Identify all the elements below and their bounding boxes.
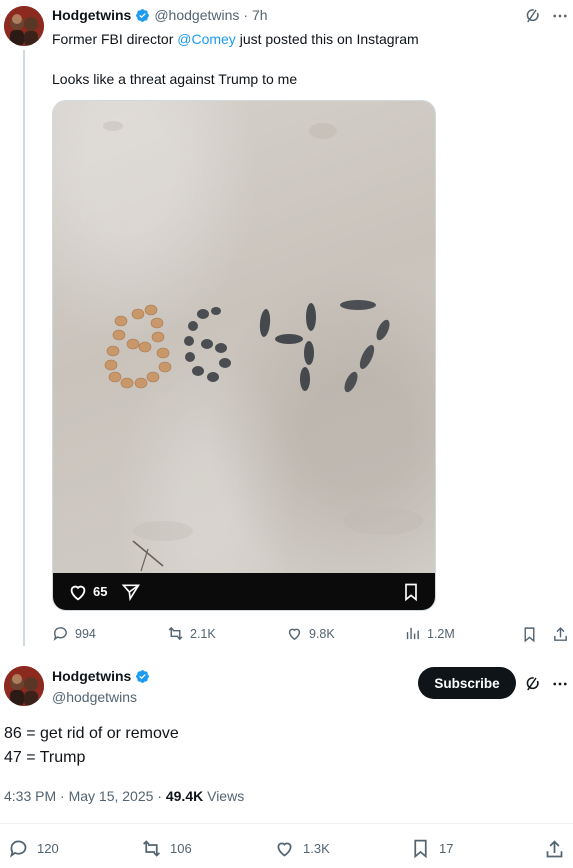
repost-icon: [143, 840, 160, 857]
thread-connector-line: [23, 50, 25, 646]
sand-photo: [53, 101, 435, 575]
grok-icon[interactable]: [523, 674, 543, 694]
post-text-line1: 86 = get rid of or remove: [4, 725, 179, 742]
more-options-icon[interactable]: [550, 6, 570, 26]
avatar[interactable]: [4, 666, 44, 706]
divider: [0, 823, 573, 824]
post-text-part: Former FBI director: [52, 31, 178, 47]
subscribe-button[interactable]: Subscribe: [418, 667, 516, 699]
share-send-icon[interactable]: [121, 582, 141, 602]
reply-count: 120: [37, 841, 59, 856]
reply-stat[interactable]: 120: [8, 838, 59, 859]
more-options-icon[interactable]: [550, 674, 570, 694]
like-count: 9.8K: [309, 626, 335, 641]
author-handle[interactable]: @hodgetwins: [52, 689, 137, 705]
reply-icon: [10, 840, 27, 858]
heart-icon[interactable]: [67, 581, 89, 603]
views-label: Views: [203, 788, 245, 804]
reply-icon: [53, 627, 67, 641]
save-bookmark-icon[interactable]: [401, 582, 421, 602]
views-stat[interactable]: 1.2M: [404, 625, 455, 642]
post-text-line2: Looks like a threat against Trump to me: [52, 71, 298, 87]
instagram-action-bar: 65: [53, 573, 435, 610]
post-text-part: just posted this on Instagram: [235, 31, 419, 47]
post-text: Former FBI director @Comey just posted t…: [52, 30, 419, 48]
sand-number-art: [103, 121, 423, 572]
views-count: 49.4K: [165, 788, 204, 804]
author-name[interactable]: Hodgetwins: [52, 668, 131, 684]
like-icon: [277, 842, 292, 857]
like-stat[interactable]: 9.8K: [286, 625, 335, 642]
author-handle[interactable]: @hodgetwins: [154, 7, 239, 23]
views-count: 1.2M: [427, 626, 455, 641]
repost-count: 2.1K: [190, 626, 216, 641]
photo-like-count: 65: [93, 584, 108, 599]
bookmark-stat[interactable]: 17: [410, 838, 453, 859]
mention-link[interactable]: @Comey: [177, 31, 236, 47]
share-icon[interactable]: [551, 625, 569, 643]
post-image[interactable]: 65: [52, 100, 436, 611]
like-stat[interactable]: 1.3K: [274, 838, 330, 859]
post-text-line2: 47 = Trump: [4, 749, 86, 766]
post-meta: 4:33 PM · May 15, 2025 · 49.4K Views: [4, 788, 244, 804]
repost-icon: [168, 626, 183, 641]
repost-stat[interactable]: 2.1K: [167, 625, 216, 642]
reply-stat[interactable]: 994: [52, 625, 96, 642]
bookmark-count: 17: [439, 841, 454, 856]
share-icon[interactable]: [543, 838, 565, 860]
author-name[interactable]: Hodgetwins: [52, 7, 131, 23]
verified-badge-icon: [136, 8, 150, 22]
like-count: 1.3K: [303, 841, 330, 856]
avatar[interactable]: [4, 6, 44, 46]
views-chart-icon: [406, 627, 419, 640]
bookmark-icon[interactable]: [520, 625, 538, 643]
repost-stat[interactable]: 106: [141, 838, 192, 859]
reply-count: 994: [75, 626, 96, 641]
post-timestamp[interactable]: 4:33 PM · May 15, 2025 ·: [4, 788, 166, 804]
like-icon: [288, 628, 301, 641]
post-time[interactable]: · 7h: [243, 7, 267, 23]
bookmark-icon: [414, 839, 427, 859]
repost-count: 106: [170, 841, 192, 856]
grok-icon[interactable]: [523, 6, 543, 26]
verified-badge-icon: [136, 669, 150, 683]
